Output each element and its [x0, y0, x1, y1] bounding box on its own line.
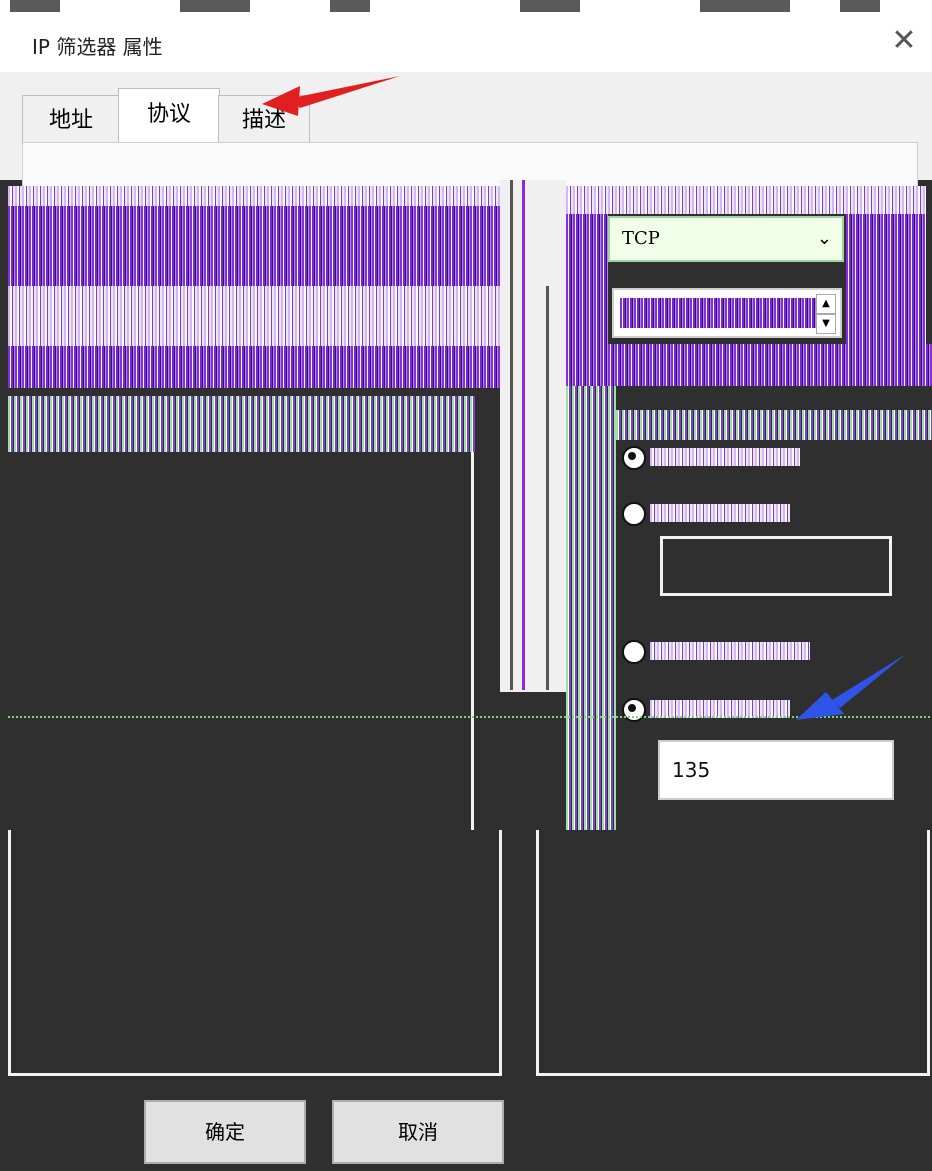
destination-port-input[interactable]: 135 [658, 740, 894, 800]
right-lower-box [536, 830, 930, 1076]
rendering-artifact [566, 344, 932, 386]
rendering-artifact [650, 504, 790, 522]
blue-arrow-icon [796, 654, 906, 720]
divider-line [546, 286, 549, 690]
rendering-artifact [8, 396, 476, 452]
divider-line [522, 180, 525, 690]
rendering-artifact [8, 206, 500, 286]
tab-description[interactable]: 描述 [218, 95, 310, 146]
arrow-shaft [832, 654, 906, 708]
left-lower-box [8, 830, 502, 1076]
rendering-artifact [650, 448, 800, 466]
spin-up-icon[interactable]: ▲ [816, 294, 836, 314]
rendering-artifact [8, 346, 500, 388]
rendering-artifact [8, 716, 932, 718]
rendering-artifact [620, 298, 816, 328]
radio-destination-specific-port[interactable] [622, 698, 646, 722]
rendering-artifact [650, 642, 810, 660]
window-title: IP 筛选器 属性 [32, 35, 163, 59]
rendering-artifact [566, 186, 926, 214]
rendering-artifact [616, 410, 932, 440]
source-port-input[interactable] [660, 536, 892, 596]
tab-panel [22, 142, 918, 186]
rendering-artifact [8, 186, 500, 206]
radio-source-specific-port[interactable] [622, 502, 646, 526]
close-icon[interactable]: ✕ [888, 25, 920, 57]
protocol-number-spinbox[interactable]: ▲ ▼ [612, 288, 842, 338]
spin-down-icon[interactable]: ▼ [816, 314, 836, 334]
ok-button[interactable]: 确定 [144, 1100, 306, 1164]
left-pane [8, 452, 474, 830]
rendering-artifact [566, 386, 616, 830]
cancel-button[interactable]: 取消 [332, 1100, 504, 1164]
divider-line [510, 180, 513, 690]
background-strip [0, 0, 932, 14]
protocol-type-select[interactable]: TCP ⌄ [608, 216, 844, 262]
radio-destination-any-port[interactable] [622, 640, 646, 664]
rendering-artifact [8, 286, 500, 346]
rendering-artifact [846, 214, 926, 344]
radio-source-any-port[interactable] [622, 446, 646, 470]
chevron-down-icon: ⌄ [816, 228, 832, 249]
tab-protocol[interactable]: 协议 [118, 88, 220, 145]
tab-address[interactable]: 地址 [22, 95, 120, 146]
protocol-selected-value: TCP [622, 228, 660, 249]
